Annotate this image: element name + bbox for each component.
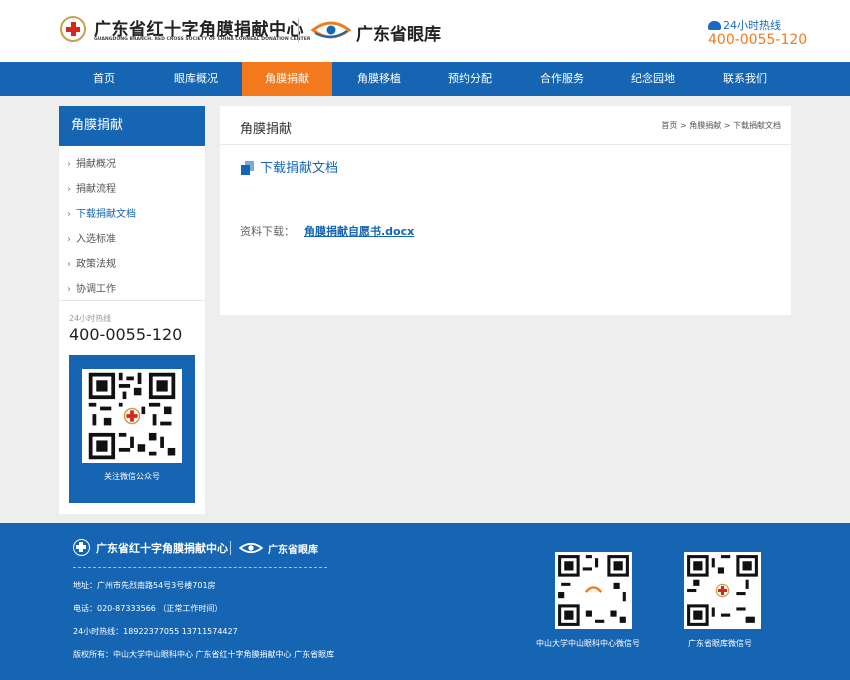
footer-red-cross-logo-icon — [73, 539, 90, 556]
nav-item-appointment[interactable]: 预约分配 — [425, 62, 515, 96]
main-nav: 首页 眼库概况 角膜捐献 角膜移植 预约分配 合作服务 纪念园地 联系我们 — [0, 62, 850, 96]
sidebar: 角膜捐献 › 捐献概况 › 捐献流程 › 下载捐献文档 › 入选标准 › 政策法规 › 协调… — [59, 106, 205, 514]
download-label: 资料下载： — [240, 225, 295, 238]
document-icon — [241, 161, 255, 175]
site-header: 广东省红十字角膜捐献中心 GUANGDONG BRANCH. RED CROSS… — [0, 0, 850, 62]
org-name-english: GUANGDONG BRANCH. RED CROSS SOCIETY OF C… — [94, 37, 311, 42]
nav-item-contact[interactable]: 联系我们 — [700, 62, 790, 96]
eyebank-wechat-qr-code-icon — [684, 552, 761, 629]
qr-caption: 关注微信公众号 — [104, 472, 160, 481]
chevron-right-icon: › — [67, 234, 71, 245]
footer-hotline: 24小时热线：18922377055 13711574427 — [73, 627, 238, 636]
eye-logo-icon[interactable] — [311, 20, 351, 40]
nav-item-overview[interactable]: 眼库概况 — [151, 62, 241, 96]
eye-bank-name[interactable]: 广东省眼库 — [356, 20, 441, 45]
chevron-right-icon: › — [67, 259, 71, 270]
nav-item-donation[interactable]: 角膜捐献 — [242, 62, 332, 96]
red-cross-logo-icon[interactable] — [60, 16, 86, 42]
footer-qr1-caption: 中山大学中山眼科中心微信号 — [536, 639, 640, 648]
breadcrumb[interactable]: 首页 > 角膜捐献 > 下载捐献文档 — [661, 120, 781, 131]
sidebar-menu: › 捐献概况 › 捐献流程 › 下载捐献文档 › 入选标准 › 政策法规 › 协调工作 — [59, 146, 205, 302]
sidebar-item-process[interactable]: › 捐献流程 — [59, 177, 205, 202]
sidebar-title: 角膜捐献 — [59, 106, 205, 146]
download-file-link[interactable]: 角膜捐献自愿书.docx — [304, 223, 414, 239]
sidebar-item-overview[interactable]: › 捐献概况 — [59, 152, 205, 177]
footer-bank-name: 广东省眼库 — [268, 545, 318, 556]
footer-org-name: 广东省红十字角膜捐献中心 — [96, 542, 228, 555]
footer-qr2-caption: 广东省眼库微信号 — [688, 639, 752, 648]
nav-item-home[interactable]: 首页 — [59, 62, 149, 96]
sidebar-hotline-label: 24小时热线 — [69, 314, 112, 323]
content-divider — [220, 144, 791, 145]
chevron-right-icon: › — [67, 209, 71, 220]
footer-logo-divider — [230, 541, 231, 555]
footer-address: 地址：广州市先烈南路54号3号楼701房 — [73, 581, 216, 590]
wechat-qr-code-icon — [82, 369, 182, 463]
sidebar-divider — [59, 300, 205, 301]
footer-eye-logo-icon — [238, 542, 264, 554]
footer-phone: 电话：020-87333566 （正常工作时间） — [73, 604, 223, 613]
main-content: 角膜捐献 首页 > 角膜捐献 > 下载捐献文档 下载捐献文档 资料下载： 角膜捐… — [220, 106, 791, 315]
phone-icon — [708, 21, 721, 30]
section-title: 下载捐献文档 — [260, 161, 339, 176]
nav-item-transplant[interactable]: 角膜移植 — [334, 62, 424, 96]
header-divider — [298, 18, 299, 42]
footer-dashed-divider — [73, 567, 327, 568]
nav-item-cooperation[interactable]: 合作服务 — [517, 62, 607, 96]
sidebar-item-criteria[interactable]: › 入选标准 — [59, 227, 205, 252]
chevron-right-icon: › — [67, 159, 71, 170]
sidebar-item-policy[interactable]: › 政策法规 — [59, 252, 205, 277]
sidebar-item-download[interactable]: › 下载捐献文档 — [59, 202, 205, 227]
sidebar-hotline-number: 400-0055-120 — [69, 325, 183, 344]
nav-item-memorial[interactable]: 纪念园地 — [608, 62, 698, 96]
footer-copyright: 版权所有：中山大学中山眼科中心 广东省红十字角膜捐献中心 广东省眼库 — [73, 650, 335, 659]
chevron-right-icon: › — [67, 284, 71, 295]
chevron-right-icon: › — [67, 184, 71, 195]
header-hotline-label: 24小时热线 — [708, 17, 781, 33]
content-title: 角膜捐献 — [240, 122, 293, 137]
wechat-qr-panel: 关注微信公众号 — [69, 355, 195, 503]
header-hotline-number: 400-0055-120 — [708, 32, 808, 48]
zoc-wechat-qr-code-icon — [555, 552, 632, 629]
sidebar-item-coordination[interactable]: › 协调工作 — [59, 277, 205, 302]
site-footer: 广东省红十字角膜捐献中心 广东省眼库 地址：广州市先烈南路54号3号楼701房 … — [0, 523, 850, 680]
